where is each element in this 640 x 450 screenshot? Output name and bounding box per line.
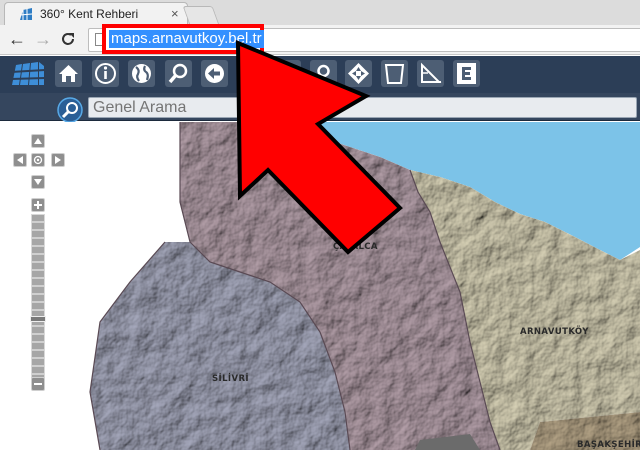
back-button[interactable]: ← <box>8 29 26 49</box>
chevron-right-icon <box>55 156 61 164</box>
back-arrow-icon[interactable] <box>201 60 228 87</box>
map-canvas[interactable]: ÇATALCA ARNAVUTKÖY SİLİVRİ BAŞAKŞEHİR <box>0 122 640 450</box>
map-label-arnavutkoy: ARNAVUTKÖY <box>520 327 589 337</box>
new-tab-button[interactable] <box>182 6 220 25</box>
chevron-down-icon <box>34 179 42 185</box>
zoom-icon[interactable] <box>165 60 192 87</box>
info-icon[interactable] <box>92 60 119 87</box>
browser-toolbar: ← → maps.arnavutkoy.bel.tr <box>0 24 640 55</box>
close-tab-icon[interactable]: × <box>171 6 179 21</box>
tab-strip: 360° Kent Rehberi × <box>0 0 640 25</box>
location-pin-icon[interactable] <box>310 60 337 87</box>
plus-icon <box>34 201 42 209</box>
logo-grid-icon <box>8 60 46 87</box>
tab-title: 360° Kent Rehberi <box>40 7 139 21</box>
pan-up-button[interactable] <box>31 134 45 148</box>
search-icon[interactable] <box>57 97 83 123</box>
crosshair-icon <box>33 155 43 165</box>
chevron-left-icon <box>17 156 23 164</box>
pan-icon[interactable] <box>345 60 372 87</box>
forward-button[interactable]: → <box>34 29 52 49</box>
select-area-icon[interactable] <box>381 60 408 87</box>
pan-down-button[interactable] <box>31 175 45 189</box>
url-text[interactable]: maps.arnavutkoy.bel.tr <box>109 30 264 48</box>
map-label-silivri: SİLİVRİ <box>212 374 249 384</box>
layers-icon[interactable] <box>237 60 264 87</box>
zoom-slider-track[interactable] <box>31 214 45 378</box>
zoom-slider-thumb[interactable] <box>30 316 46 322</box>
map-toolbar <box>0 56 640 93</box>
measure-icon[interactable] <box>274 60 301 87</box>
pan-right-button[interactable] <box>51 153 65 167</box>
address-bar[interactable]: maps.arnavutkoy.bel.tr <box>88 24 640 54</box>
pan-center-button[interactable] <box>31 153 45 167</box>
zoom-in-button[interactable] <box>31 198 45 212</box>
globe-icon[interactable] <box>128 60 155 87</box>
chevron-up-icon <box>34 138 42 144</box>
reload-icon <box>62 33 74 45</box>
pan-left-button[interactable] <box>13 153 27 167</box>
map-label-catalca: ÇATALCA <box>333 242 378 252</box>
home-icon[interactable] <box>55 60 82 87</box>
reload-button[interactable] <box>60 29 76 51</box>
export-icon[interactable] <box>453 60 480 87</box>
map-label-basaksehir: BAŞAKŞEHİR <box>577 440 640 450</box>
browser-tab[interactable]: 360° Kent Rehberi × <box>4 2 188 25</box>
favicon-icon <box>19 8 33 20</box>
minus-icon <box>34 383 42 385</box>
triangle-ruler-icon[interactable] <box>417 60 444 87</box>
url-highlight-box: maps.arnavutkoy.bel.tr <box>102 24 264 54</box>
search-input[interactable] <box>88 97 637 118</box>
zoom-out-button[interactable] <box>31 377 45 391</box>
